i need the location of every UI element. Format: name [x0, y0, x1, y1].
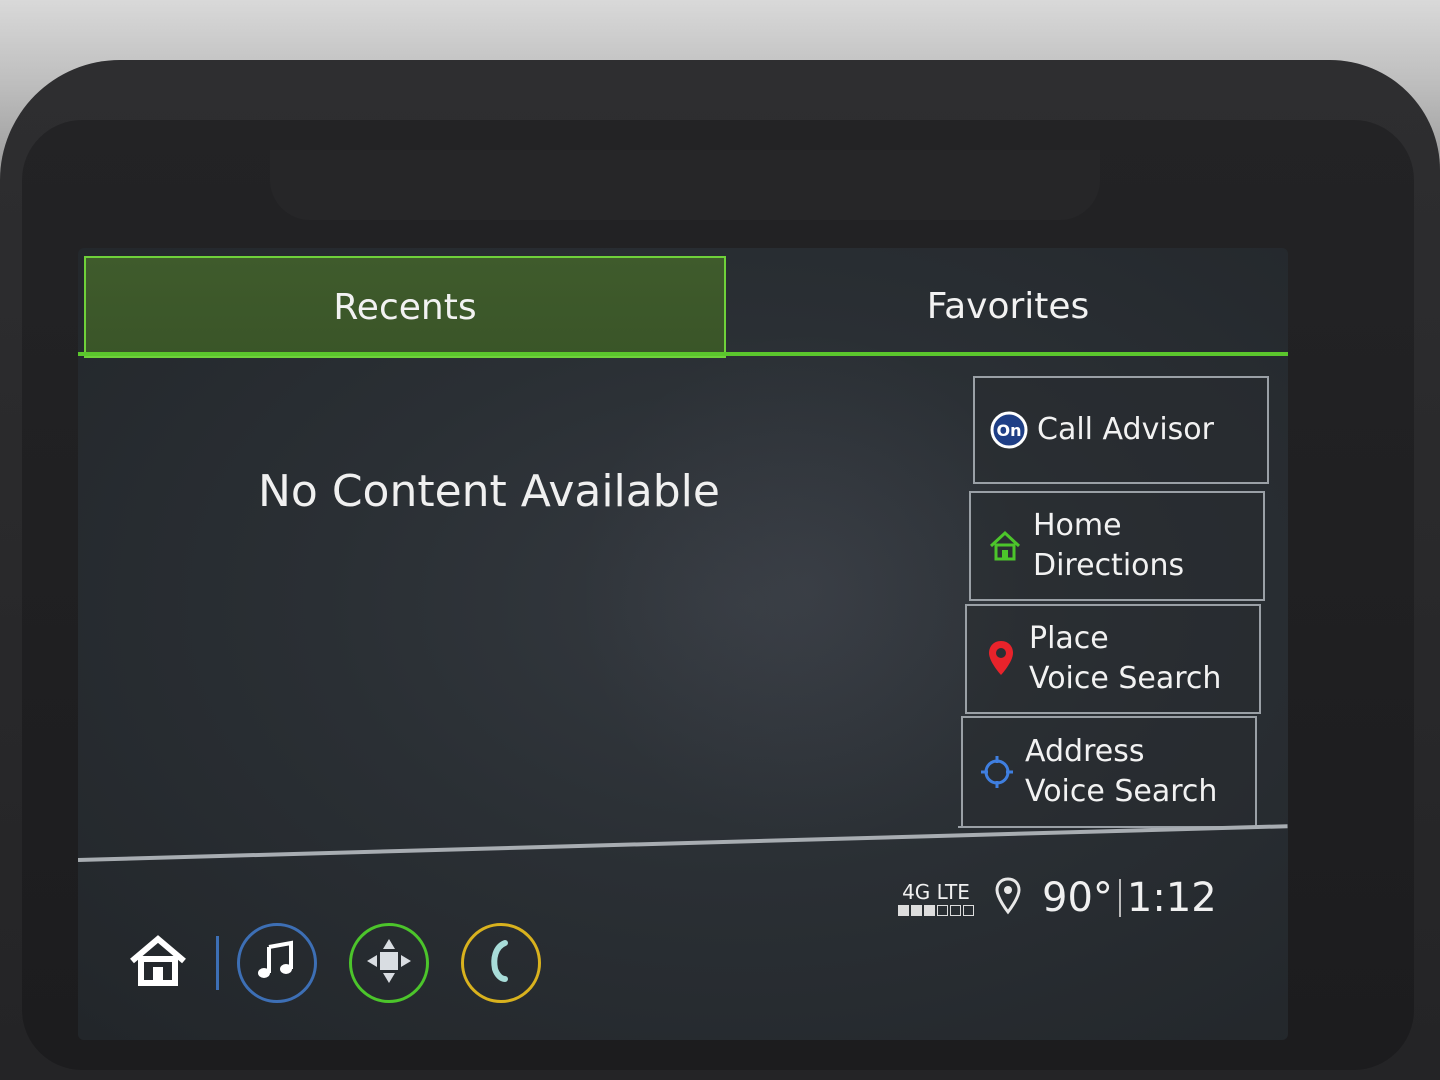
home-directions-label: Home Directions	[1033, 506, 1184, 586]
phone-icon	[481, 939, 521, 987]
crosshair-icon	[969, 754, 1025, 790]
place-voice-search-button[interactable]: Place Voice Search	[965, 604, 1261, 714]
bottom-bar-divider	[78, 824, 1288, 862]
svg-text:On: On	[997, 421, 1022, 440]
signal-bars	[898, 904, 974, 916]
navigation-button[interactable]	[349, 923, 429, 1003]
infotainment-screen: Recents Favorites No Content Available O…	[78, 248, 1288, 1040]
status-separator	[1118, 879, 1121, 917]
place-voice-search-line2: Voice Search	[1029, 661, 1222, 696]
home-directions-line2: Directions	[1033, 548, 1185, 583]
home-icon	[977, 528, 1033, 564]
tab-bar: Recents Favorites	[78, 248, 1288, 360]
signal-bar	[963, 904, 974, 916]
signal-bar	[950, 904, 961, 916]
tab-underline	[78, 352, 1288, 356]
signal-bar	[937, 904, 948, 916]
clock: 1:12	[1126, 875, 1217, 921]
audio-button[interactable]	[237, 923, 317, 1003]
navigation-icon	[364, 936, 414, 990]
place-voice-search-label: Place Voice Search	[1029, 619, 1221, 699]
home-directions-button[interactable]: Home Directions	[969, 491, 1265, 601]
signal-bar	[911, 904, 922, 916]
network-label: 4G LTE	[902, 879, 970, 904]
empty-state-message: No Content Available	[258, 466, 720, 517]
phone-button[interactable]	[461, 923, 541, 1003]
onstar-icon: On	[981, 410, 1037, 450]
nav-separator	[216, 936, 219, 990]
address-voice-search-line2: Voice Search	[1025, 774, 1218, 809]
tab-favorites[interactable]: Favorites	[728, 256, 1288, 356]
location-pin-icon	[994, 877, 1022, 919]
address-voice-search-button[interactable]: Address Voice Search	[961, 716, 1257, 828]
map-pin-icon	[973, 639, 1029, 679]
place-voice-search-line1: Place	[1029, 621, 1109, 656]
network-indicator: 4G LTE	[898, 881, 974, 916]
home-icon	[126, 933, 190, 993]
music-icon	[255, 939, 299, 987]
signal-bar	[898, 904, 909, 916]
tab-recents[interactable]: Recents	[84, 256, 726, 358]
address-voice-search-line1: Address	[1025, 734, 1145, 769]
signal-bar	[924, 904, 935, 916]
address-voice-search-label: Address Voice Search	[1025, 732, 1217, 812]
call-advisor-button[interactable]: On Call Advisor	[973, 376, 1269, 484]
temperature: 90°	[1042, 875, 1113, 921]
bottom-nav	[118, 908, 541, 1018]
call-advisor-label: Call Advisor	[1037, 412, 1214, 447]
home-button[interactable]	[118, 923, 198, 1003]
home-directions-line1: Home	[1033, 508, 1122, 543]
status-area: 4G LTE 90° 1:12	[898, 868, 1217, 928]
housing-lip	[270, 150, 1100, 220]
